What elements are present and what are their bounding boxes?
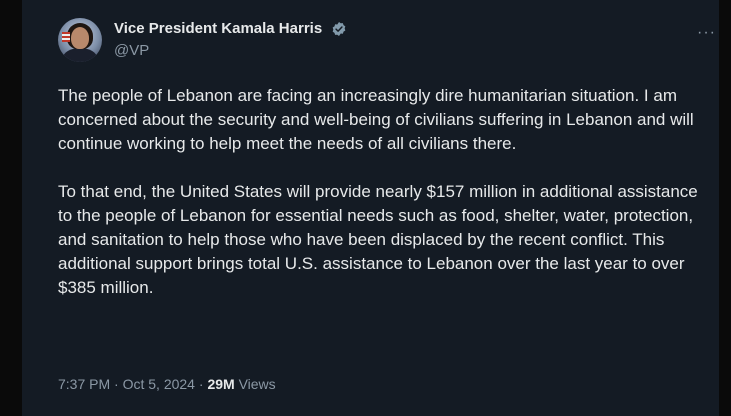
author-block: Vice President Kamala Harris @VP (114, 20, 347, 59)
avatar-body (63, 48, 97, 62)
tweet-paragraph-1: The people of Lebanon are facing an incr… (58, 86, 694, 153)
tweet-paragraph-2: To that end, the United States will prov… (58, 182, 698, 297)
tweet-time[interactable]: 7:37 PM (58, 376, 110, 392)
more-options-icon[interactable]: ··· (697, 24, 716, 42)
avatar[interactable] (58, 18, 102, 62)
handle[interactable]: @VP (114, 42, 347, 59)
views-label: Views (238, 376, 276, 392)
meta-separator: · (198, 376, 204, 392)
views-count: 29M (207, 376, 235, 392)
tweet-date[interactable]: Oct 5, 2024 (123, 376, 195, 392)
meta-separator: · (114, 376, 119, 392)
display-name[interactable]: Vice President Kamala Harris (114, 20, 322, 37)
tweet-text: The people of Lebanon are facing an incr… (58, 84, 708, 300)
tweet-header: Vice President Kamala Harris @VP ··· (58, 12, 715, 68)
verified-badge-icon (332, 21, 345, 36)
tweet-meta: 7:37 PM · Oct 5, 2024 · 29M Views (58, 376, 276, 392)
tweet-card: Vice President Kamala Harris @VP ··· The… (0, 0, 731, 416)
avatar-flag (62, 32, 70, 42)
avatar-face (71, 27, 89, 49)
